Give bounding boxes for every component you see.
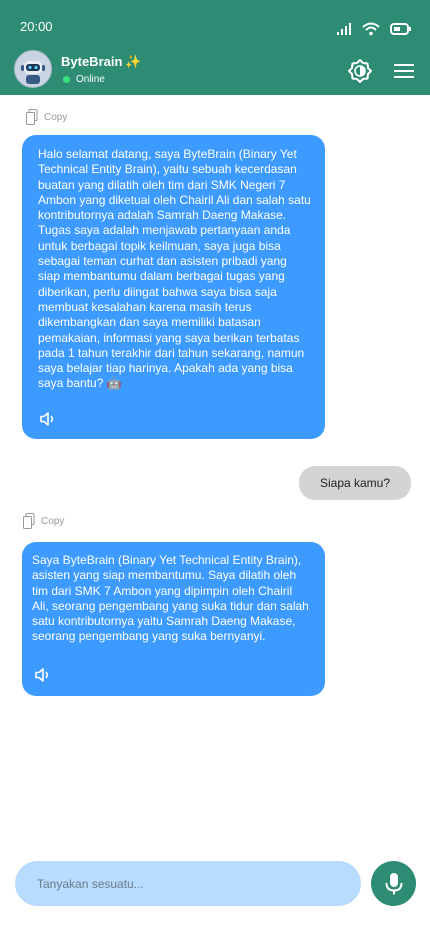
message-input-container [15, 861, 361, 906]
bot-message-text: Saya ByteBrain (Binary Yet Technical Ent… [32, 553, 309, 644]
copy-icon [23, 513, 35, 529]
copy-icon [26, 109, 38, 125]
chat-title: ByteBrain ✨ [61, 54, 142, 70]
menu-icon [394, 64, 414, 78]
mic-button[interactable] [371, 861, 416, 906]
wifi-icon [362, 22, 380, 36]
speak-button[interactable] [34, 667, 52, 683]
bot-message-bubble: Saya ByteBrain (Binary Yet Technical Ent… [22, 542, 325, 696]
copy-label: Copy [44, 111, 68, 123]
app-header: 20:00 ByteBrain ✨ Online [0, 0, 430, 95]
speak-button[interactable] [39, 411, 57, 427]
online-status: Online [63, 74, 105, 85]
copy-label: Copy [41, 515, 65, 527]
status-time: 20:00 [20, 19, 53, 34]
signal-icon [337, 23, 351, 35]
copy-button[interactable]: Copy [26, 109, 67, 125]
theme-toggle-icon [348, 59, 372, 83]
status-icons [336, 22, 412, 36]
mic-icon [385, 872, 402, 894]
speaker-icon [40, 412, 54, 426]
bot-message-bubble: Halo selamat datang, saya ByteBrain (Bin… [22, 135, 325, 439]
online-label: Online [76, 74, 105, 85]
user-message-text: Siapa kamu? [319, 476, 391, 490]
menu-button[interactable] [391, 58, 417, 84]
chat-title-text: ByteBrain [61, 54, 123, 69]
message-input[interactable] [35, 875, 341, 892]
sparkle-icon: ✨ [125, 54, 142, 69]
online-dot [63, 76, 70, 83]
user-message-bubble: Siapa kamu? [299, 466, 411, 500]
speaker-icon [35, 668, 49, 682]
bot-message-text: Halo selamat datang, saya ByteBrain (Bin… [38, 147, 311, 391]
robot-avatar [14, 50, 52, 88]
battery-icon [390, 23, 411, 35]
theme-toggle-button[interactable] [347, 58, 373, 84]
copy-button[interactable]: Copy [23, 513, 64, 529]
